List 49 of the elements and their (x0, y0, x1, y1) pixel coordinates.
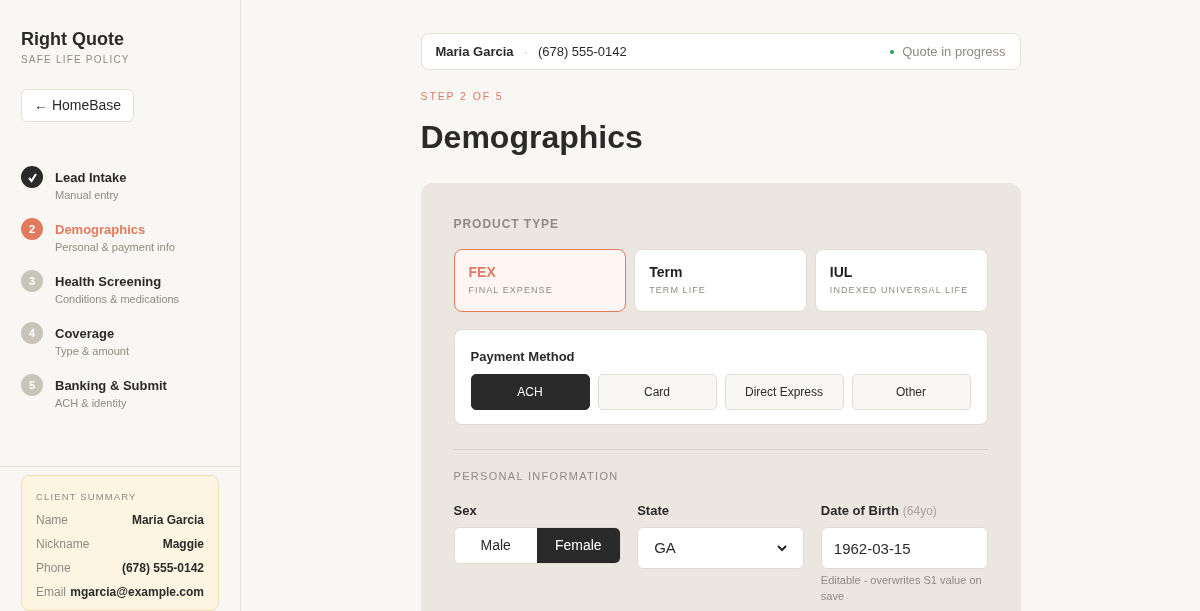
field-label: Sex (453, 501, 478, 520)
summary-value: mgarcia@example.com (70, 584, 204, 600)
product-option[interactable]: Term TERM LIFE (634, 248, 807, 312)
step-subtitle: Conditions & medications (55, 292, 180, 307)
step-subtitle: Personal & payment info (55, 240, 175, 255)
step-subtitle: ACH & identity (55, 396, 128, 411)
page-title: Demographics (420, 117, 644, 157)
section-title: PRODUCT TYPE (453, 215, 561, 233)
payment-option[interactable]: ACH (470, 374, 590, 411)
step-subtitle: Manual entry (55, 188, 120, 203)
summary-label: Email (36, 584, 66, 600)
step-title[interactable]: Lead Intake (55, 170, 127, 186)
brand-title: Right Quote (21, 28, 125, 50)
payment-method-label: Payment Method (470, 347, 576, 366)
step-title[interactable]: Coverage (55, 326, 129, 342)
payment-option[interactable]: Other (851, 374, 971, 411)
summary-title: CLIENT SUMMARY (36, 489, 138, 504)
summary-label: Nickname (36, 536, 90, 552)
payment-option[interactable]: Card (597, 374, 717, 411)
step-title[interactable]: Banking & Submit (55, 378, 167, 394)
back-button[interactable]: ← HomeBase (21, 89, 135, 122)
sex-option[interactable]: Female (537, 528, 620, 564)
help-text: Editable - overwrites S1 value on save (820, 573, 983, 605)
field-label: State (637, 501, 670, 520)
chevron-down-icon (776, 544, 787, 552)
product-option[interactable]: IUL INDEXED UNIVERSAL LIFE (814, 248, 988, 312)
payment-option[interactable]: Direct Express (724, 374, 844, 411)
summary-value: Maggie (162, 536, 204, 552)
brand-tagline: SAFE LIFE POLICY (21, 53, 131, 67)
step-title[interactable]: Health Screening (55, 274, 180, 290)
section-title: PERSONAL INFORMATION (453, 469, 620, 485)
separator-dot: · (523, 42, 528, 61)
summary-label: Phone (36, 560, 71, 576)
step-label: STEP 2 OF 5 (420, 89, 505, 104)
step-number: 5 (21, 374, 43, 396)
step-number: 3 (21, 270, 43, 292)
client-phone: (678) 555-0142 (537, 42, 627, 61)
status-text: Quote in progress (902, 42, 1006, 61)
summary-value: (678) 555-0142 (121, 560, 204, 576)
summary-value: Maria Garcia (131, 512, 204, 528)
date-of-birth-field[interactable]: 1962-03-15 (820, 527, 988, 570)
summary-label: Name (36, 512, 68, 528)
state-select[interactable]: GA (637, 527, 804, 570)
field-label: Date of Birth (820, 501, 899, 520)
step-number: 4 (21, 322, 43, 344)
age-note: (64yo) (902, 502, 937, 520)
step-number: 2 (21, 218, 43, 240)
step-subtitle: Type & amount (55, 344, 129, 359)
client-name: Maria Garcia (435, 42, 514, 61)
